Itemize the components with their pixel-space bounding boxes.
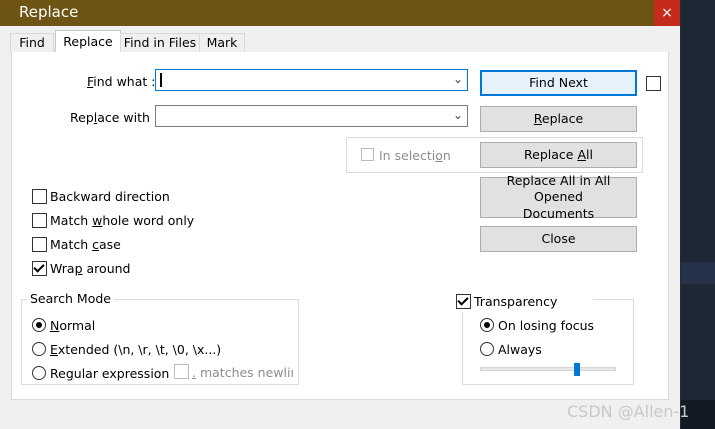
close-label: Close (541, 230, 576, 246)
tab-find[interactable]: Find (10, 33, 54, 52)
replace-all-opened-label-line2: Documents (522, 205, 595, 221)
watermark-text: CSDN @Allen-1 (567, 402, 690, 421)
always-radio[interactable] (480, 342, 494, 356)
window-title: Replace (19, 3, 79, 21)
regex-label: Regular expression (50, 366, 170, 381)
matches-newline-clip: . matches newline (192, 365, 293, 380)
replace-label: Replace (533, 110, 584, 126)
close-button[interactable]: Close (480, 226, 637, 252)
replace-all-in-opened-docs-button[interactable]: Replace All in All Opened Documents (480, 173, 637, 221)
close-icon: × (661, 5, 673, 21)
replace-with-combobox[interactable]: ⌄ (155, 105, 468, 127)
normal-radio[interactable] (32, 318, 46, 332)
tab-find-label: Find (19, 35, 45, 50)
tab-strip: Find Replace Find in Files Mark (10, 30, 670, 53)
background-editor-line (680, 262, 715, 284)
tab-mark-label: Mark (206, 35, 238, 50)
find-next-label: Find Next (529, 74, 588, 90)
text-caret (160, 73, 162, 87)
backward-direction-checkbox[interactable] (32, 189, 47, 204)
replace-all-opened-label-line1: Replace All in All Opened (506, 173, 611, 205)
wrap-around-checkbox[interactable] (32, 261, 47, 276)
transparency-slider-track[interactable] (480, 367, 616, 371)
title-bar[interactable]: Replace × (0, 0, 680, 26)
close-window-button[interactable]: × (654, 0, 680, 26)
find-next-button[interactable]: Find Next (480, 70, 637, 96)
normal-label: Normal (50, 318, 96, 333)
in-selection-checkbox[interactable] (361, 148, 374, 161)
backward-direction-label: Backward direction (50, 189, 170, 204)
replace-all-label: Replace All (524, 146, 593, 162)
match-whole-word-label: Match whole word only (50, 213, 195, 228)
transparency-checkbox[interactable] (456, 294, 471, 309)
matches-newline-label: . matches newline (192, 365, 293, 380)
extended-radio[interactable] (32, 342, 46, 356)
transparency-label: Transparency (474, 294, 558, 309)
match-whole-word-checkbox[interactable] (32, 213, 47, 228)
always-on-top-checkbox[interactable] (646, 76, 661, 91)
search-mode-title: Search Mode (27, 291, 114, 306)
match-case-checkbox[interactable] (32, 237, 47, 252)
tab-find-in-files-label: Find in Files (123, 35, 197, 50)
transparency-slider-thumb[interactable] (574, 363, 580, 376)
find-what-label: Find what : (87, 74, 156, 89)
extended-label: Extended (\n, \r, \t, \0, \x...) (50, 342, 222, 357)
on-losing-focus-label: On losing focus (498, 318, 595, 333)
chevron-down-icon[interactable]: ⌄ (453, 72, 463, 86)
matches-newline-checkbox[interactable] (174, 364, 189, 379)
replace-button[interactable]: Replace (480, 106, 637, 132)
on-losing-focus-radio[interactable] (480, 318, 494, 332)
find-what-combobox[interactable]: ⌄ (155, 69, 468, 91)
replace-dialog: Replace × Find Replace Find in Files Mar… (0, 0, 681, 429)
wrap-around-label: Wrap around (50, 261, 131, 276)
replace-with-label: Replace with : (70, 110, 159, 125)
tab-replace[interactable]: Replace (55, 30, 121, 53)
replace-all-button[interactable]: Replace All (480, 142, 637, 168)
match-case-label: Match case (50, 237, 121, 252)
background-editor (680, 0, 715, 429)
tab-find-in-files[interactable]: Find in Files (120, 33, 200, 52)
chevron-down-icon[interactable]: ⌄ (453, 108, 463, 122)
regex-radio[interactable] (32, 366, 46, 380)
in-selection-label: In selection (379, 148, 451, 163)
tab-mark[interactable]: Mark (199, 33, 245, 52)
always-label: Always (498, 342, 542, 357)
tab-replace-label: Replace (63, 34, 113, 49)
